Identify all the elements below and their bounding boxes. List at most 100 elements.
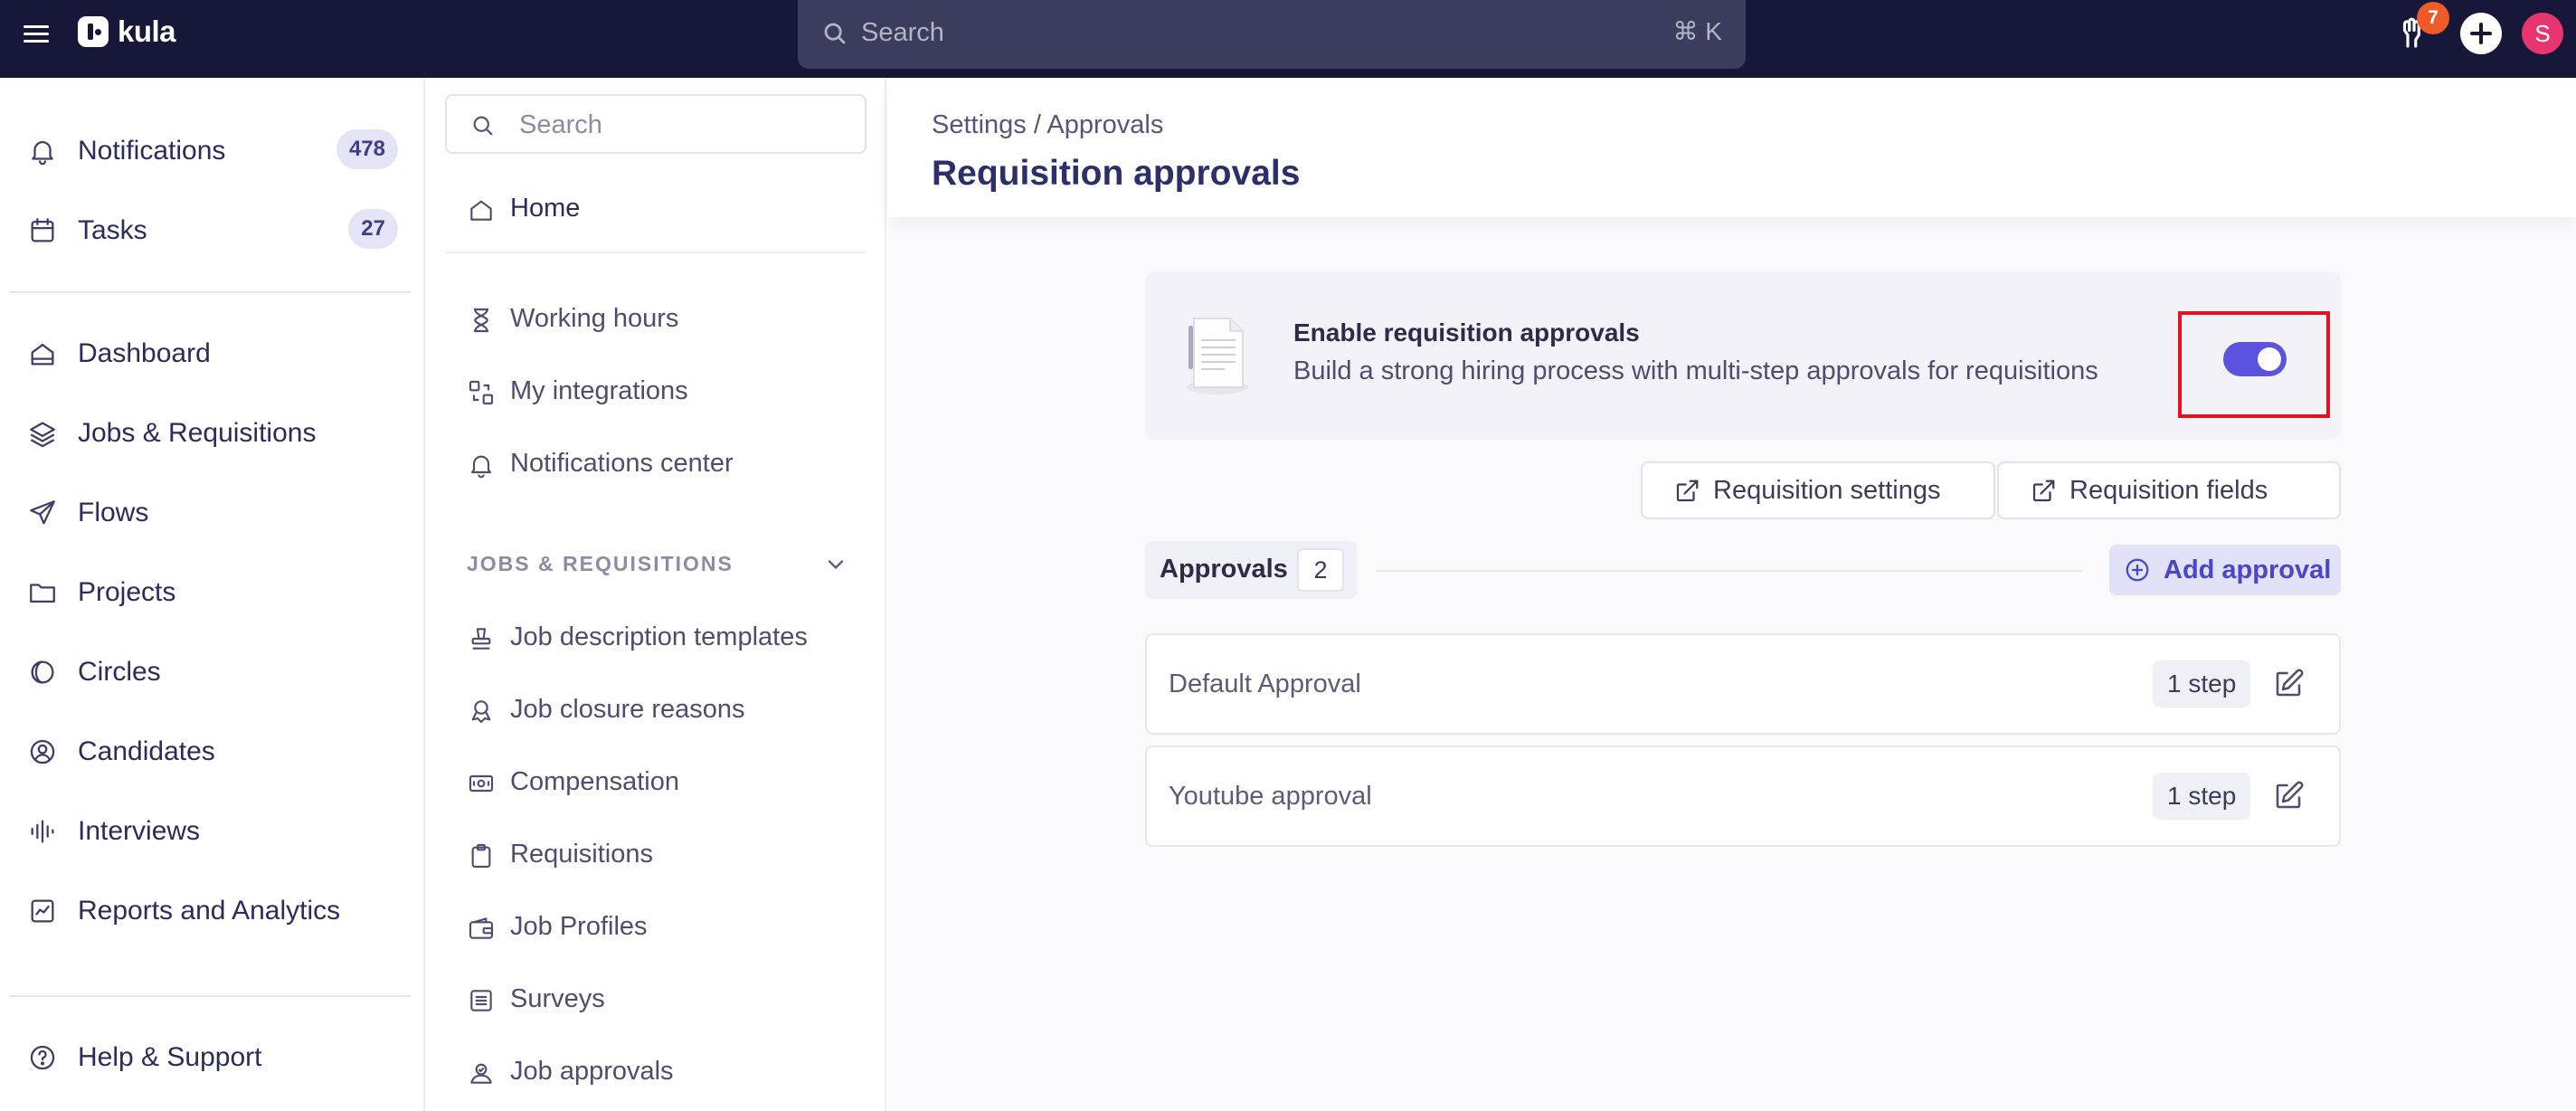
main-content: Settings / Approvals Requisition approva… [888, 78, 2576, 1111]
search-placeholder: Search [519, 110, 602, 139]
settings-item-compensation[interactable]: Compensation [467, 758, 865, 807]
tab-approvals[interactable]: Approvals 2 [1145, 541, 1357, 599]
sidebar-item-label: Dashboard [78, 338, 211, 368]
bell-icon [470, 455, 492, 479]
settings-item-home[interactable]: Home [467, 185, 865, 233]
add-approval-button[interactable]: Add approval [2109, 545, 2341, 595]
integrations-icon [469, 380, 494, 405]
sidebar-item-label: Notifications [78, 136, 226, 166]
add-approval-label: Add approval [2164, 556, 2332, 584]
sidebar-item-tasks[interactable]: Tasks 27 [27, 204, 398, 255]
settings-item-job-closure-reasons[interactable]: Job closure reasons [467, 686, 865, 735]
section-title-jobs-requisitions: JOBS & REQUISITIONS [467, 552, 734, 575]
approval-name: Youtube approval [1169, 782, 1372, 811]
primary-sidebar: Notifications 478 Tasks 27 Dashboard Job… [0, 78, 425, 1111]
document-illustration-icon [1187, 318, 1248, 394]
sidebar-item-label: Candidates [78, 736, 215, 766]
sidebar-item-projects[interactable]: Projects [27, 566, 398, 617]
approval-row[interactable]: Youtube approval 1 step [1145, 745, 2341, 847]
sidebar-item-label: Reports and Analytics [78, 896, 341, 926]
circles-icon [31, 660, 54, 684]
clipboard-icon [471, 843, 491, 869]
settings-item-surveys[interactable]: Surveys [467, 975, 865, 1024]
settings-item-working-hours[interactable]: Working hours [467, 295, 865, 344]
page-title: Requisition approvals [932, 154, 1301, 193]
breadcrumb[interactable]: Settings / Approvals [932, 110, 1163, 140]
settings-item-my-integrations[interactable]: My integrations [467, 367, 865, 416]
sidebar-item-label: Circles [78, 657, 161, 687]
settings-item-job-approvals[interactable]: Job approvals [467, 1048, 865, 1097]
kula-logo-icon[interactable] [78, 16, 109, 47]
settings-item-notifications-center[interactable]: Notifications center [467, 440, 865, 489]
list-icon [470, 990, 492, 1011]
approval-row[interactable]: Default Approval 1 step [1145, 633, 2341, 735]
external-link-icon [1676, 480, 1699, 502]
brand-name[interactable]: kula [118, 14, 176, 49]
search-icon [473, 116, 493, 136]
approval-steps-badge: 1 step [2153, 773, 2251, 820]
search-shortcut: ⌘ K [1672, 17, 1722, 45]
enable-approvals-card: Enable requisition approvals Build a str… [1145, 271, 2341, 440]
chevron-down-icon[interactable] [823, 552, 848, 577]
sidebar-item-help-support[interactable]: Help & Support [27, 1031, 398, 1082]
sidebar-item-candidates[interactable]: Candidates [27, 726, 398, 776]
create-new-button[interactable] [2460, 13, 2502, 54]
external-link-icon [2032, 480, 2055, 502]
search-icon [824, 23, 846, 44]
edit-icon[interactable] [2272, 668, 2305, 700]
sidebar-item-label: Flows [78, 498, 149, 527]
settings-item-label: Notifications center [510, 449, 734, 478]
top-bar: kula Search ⌘ K 7 S [0, 0, 2576, 78]
requisition-settings-button[interactable]: Requisition settings [1641, 461, 1995, 519]
notifications-count-badge: 478 [336, 129, 398, 169]
tasks-count-badge: 27 [348, 209, 398, 249]
settings-item-label: Job Profiles [510, 912, 648, 941]
settings-divider [445, 252, 867, 253]
enable-approvals-toggle[interactable] [2223, 342, 2287, 376]
settings-item-label: Surveys [510, 984, 605, 1013]
chart-icon [31, 899, 54, 923]
help-notification-badge: 7 [2417, 2, 2449, 34]
settings-item-label: Job approvals [510, 1057, 674, 1086]
badge-icon [471, 700, 491, 724]
enable-approvals-title: Enable requisition approvals [1293, 318, 1640, 347]
sidebar-item-dashboard[interactable]: Dashboard [27, 328, 398, 378]
sidebar-item-reports-analytics[interactable]: Reports and Analytics [27, 885, 398, 935]
sidebar-item-jobs-requisitions[interactable]: Jobs & Requisitions [27, 407, 398, 458]
sidebar-item-circles[interactable]: Circles [27, 646, 398, 697]
requisition-fields-label: Requisition fields [2069, 476, 2268, 505]
sidebar-item-label: Tasks [78, 215, 147, 245]
settings-item-job-profiles[interactable]: Job Profiles [467, 903, 865, 952]
page-header: Settings / Approvals Requisition approva… [888, 78, 2576, 217]
toggle-highlight-box [2178, 311, 2330, 418]
user-avatar[interactable]: S [2522, 13, 2563, 54]
settings-search-input[interactable]: Search [445, 94, 867, 154]
menu-icon[interactable] [22, 20, 51, 49]
edit-icon[interactable] [2272, 780, 2305, 812]
settings-item-job-description-templates[interactable]: Job description templates [467, 613, 865, 662]
sidebar-item-interviews[interactable]: Interviews [27, 805, 398, 856]
sidebar-item-label: Interviews [78, 816, 201, 846]
enable-approvals-description: Build a strong hiring process with multi… [1293, 356, 2098, 385]
sidebar-item-flows[interactable]: Flows [27, 487, 398, 537]
approvals-tab-label: Approvals [1160, 555, 1288, 584]
calendar-icon [31, 218, 54, 242]
bell-icon [32, 141, 53, 166]
approvals-count-badge: 2 [1297, 548, 1344, 592]
requisition-fields-button[interactable]: Requisition fields [1997, 461, 2341, 519]
help-circle-icon [30, 1045, 55, 1070]
sidebar-item-label: Jobs & Requisitions [78, 418, 317, 448]
settings-item-requisitions[interactable]: Requisitions [467, 831, 865, 879]
settings-item-label: Requisitions [510, 840, 653, 869]
approval-steps-badge: 1 step [2153, 660, 2251, 707]
sidebar-item-label: Projects [78, 577, 176, 607]
wallet-icon [469, 917, 494, 939]
hourglass-icon [474, 308, 488, 333]
settings-sidebar: Search Home Working hours My integration… [427, 78, 886, 1111]
settings-item-label: Job closure reasons [510, 695, 745, 724]
settings-item-label: My integrations [510, 376, 688, 405]
global-search-input[interactable]: Search ⌘ K [798, 0, 1746, 69]
search-placeholder: Search [861, 18, 944, 47]
sidebar-item-notifications[interactable]: Notifications 478 [27, 125, 398, 176]
sidebar-item-label: Help & Support [78, 1042, 262, 1072]
